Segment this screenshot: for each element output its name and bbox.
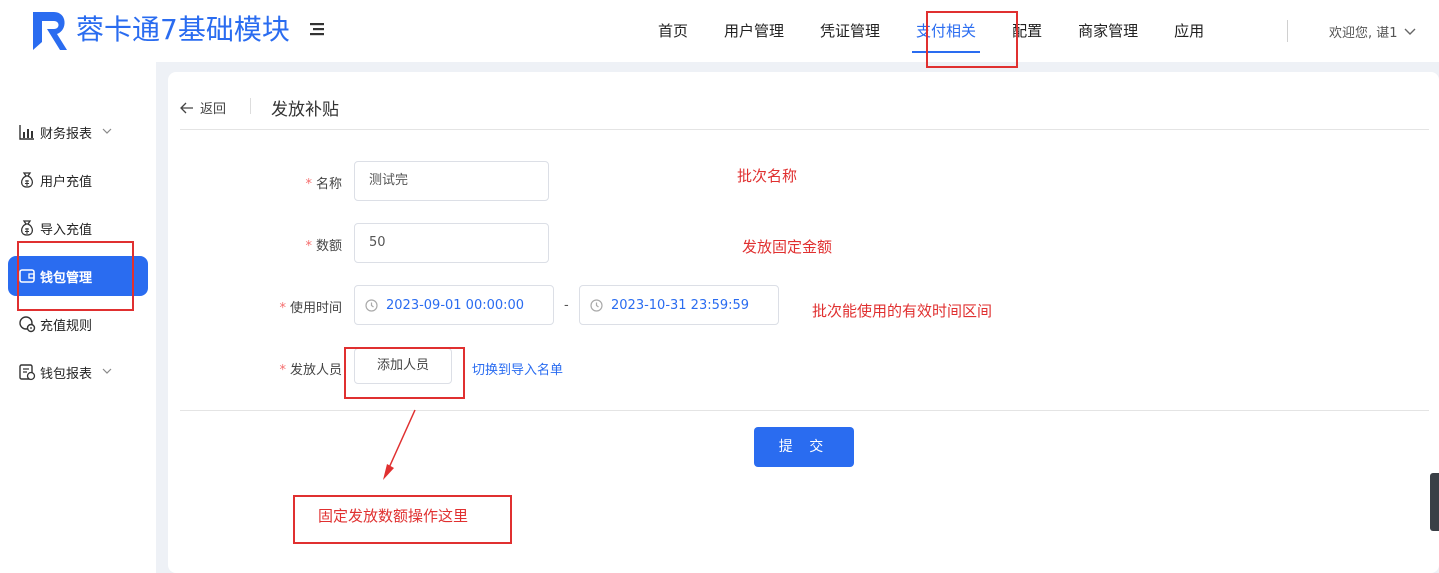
report-icon bbox=[18, 363, 36, 381]
switch-import-link[interactable]: 切换到导入名单 bbox=[472, 359, 563, 378]
sidebar: 财务报表 用户充值 导入充值 钱包管理 充值规则 钱包报表 bbox=[0, 62, 156, 573]
title-divider bbox=[250, 98, 251, 114]
annotation-box-nav bbox=[926, 11, 1018, 68]
nav-apps[interactable]: 应用 bbox=[1156, 0, 1222, 62]
app-logo-icon bbox=[33, 12, 67, 50]
bar-chart-icon bbox=[18, 123, 36, 141]
chevron-down-icon bbox=[1404, 28, 1416, 35]
annotation-fixed-operation: 固定发放数额操作这里 bbox=[318, 507, 469, 525]
sidebar-item-finance-report[interactable]: 财务报表 bbox=[8, 112, 148, 152]
nav-voucher-management[interactable]: 凭证管理 bbox=[802, 0, 898, 62]
menu-toggle-icon[interactable] bbox=[308, 20, 328, 38]
sidebar-item-wallet-report[interactable]: 钱包报表 bbox=[8, 352, 148, 392]
user-menu[interactable]: 欢迎您, 谌1 bbox=[1329, 22, 1416, 41]
annotation-box-sidebar bbox=[17, 241, 134, 311]
header-divider bbox=[180, 129, 1429, 130]
sidebar-item-label: 财务报表 bbox=[40, 126, 93, 142]
chevron-down-icon bbox=[102, 127, 112, 137]
rule-icon bbox=[18, 315, 36, 333]
range-separator: - bbox=[564, 298, 569, 313]
arrow-left-icon bbox=[180, 102, 193, 113]
nav-merchant-management[interactable]: 商家管理 bbox=[1060, 0, 1156, 62]
sidebar-item-label: 用户充值 bbox=[40, 174, 93, 190]
name-input[interactable]: 测试完 bbox=[354, 161, 549, 201]
start-time-input[interactable]: 2023-09-01 00:00:00 bbox=[354, 285, 554, 325]
scrollbar-handle[interactable] bbox=[1430, 473, 1439, 531]
money-bag-icon bbox=[18, 219, 36, 237]
annotation-arrow-icon bbox=[383, 409, 416, 480]
nav-divider bbox=[1287, 20, 1288, 42]
nav-home[interactable]: 首页 bbox=[640, 0, 706, 62]
chevron-down-icon bbox=[102, 367, 112, 377]
annotation-box-add-people bbox=[344, 347, 465, 399]
sidebar-item-label: 充值规则 bbox=[40, 318, 93, 334]
sidebar-item-label: 钱包报表 bbox=[40, 366, 93, 382]
money-bag-icon bbox=[18, 171, 36, 189]
end-time-input[interactable]: 2023-10-31 23:59:59 bbox=[579, 285, 779, 325]
nav-user-management[interactable]: 用户管理 bbox=[706, 0, 802, 62]
annotation-batch-name: 批次名称 bbox=[737, 167, 798, 185]
end-time-value: 2023-10-31 23:59:59 bbox=[611, 297, 750, 313]
amount-input[interactable]: 50 bbox=[354, 223, 549, 263]
required-star: * bbox=[279, 363, 286, 378]
clock-icon bbox=[590, 298, 603, 312]
people-label: * 发放人员 bbox=[279, 363, 342, 378]
form-divider bbox=[180, 410, 1429, 411]
page-title: 发放补贴 bbox=[271, 100, 339, 120]
top-header: 蓉卡通7基础模块 首页 用户管理 凭证管理 支付相关 配置 商家管理 应用 欢迎… bbox=[0, 0, 1439, 62]
sidebar-item-label: 导入充值 bbox=[40, 222, 93, 238]
submit-button[interactable]: 提 交 bbox=[754, 427, 854, 467]
back-button[interactable]: 返回 bbox=[180, 98, 226, 117]
name-label: * 名称 bbox=[305, 177, 342, 192]
required-star: * bbox=[305, 177, 312, 192]
required-star: * bbox=[305, 239, 312, 254]
sidebar-item-user-recharge[interactable]: 用户充值 bbox=[8, 160, 148, 200]
annotation-fixed-amount: 发放固定金额 bbox=[742, 238, 833, 256]
app-title: 蓉卡通7基础模块 bbox=[76, 13, 290, 46]
required-star: * bbox=[279, 301, 286, 316]
time-label: * 使用时间 bbox=[279, 301, 342, 316]
back-label: 返回 bbox=[200, 102, 227, 117]
user-greeting: 欢迎您, 谌1 bbox=[1329, 26, 1398, 41]
clock-icon bbox=[365, 298, 378, 312]
amount-label: * 数额 bbox=[305, 239, 342, 254]
start-time-value: 2023-09-01 00:00:00 bbox=[386, 297, 525, 313]
annotation-valid-range: 批次能使用的有效时间区间 bbox=[812, 302, 993, 320]
